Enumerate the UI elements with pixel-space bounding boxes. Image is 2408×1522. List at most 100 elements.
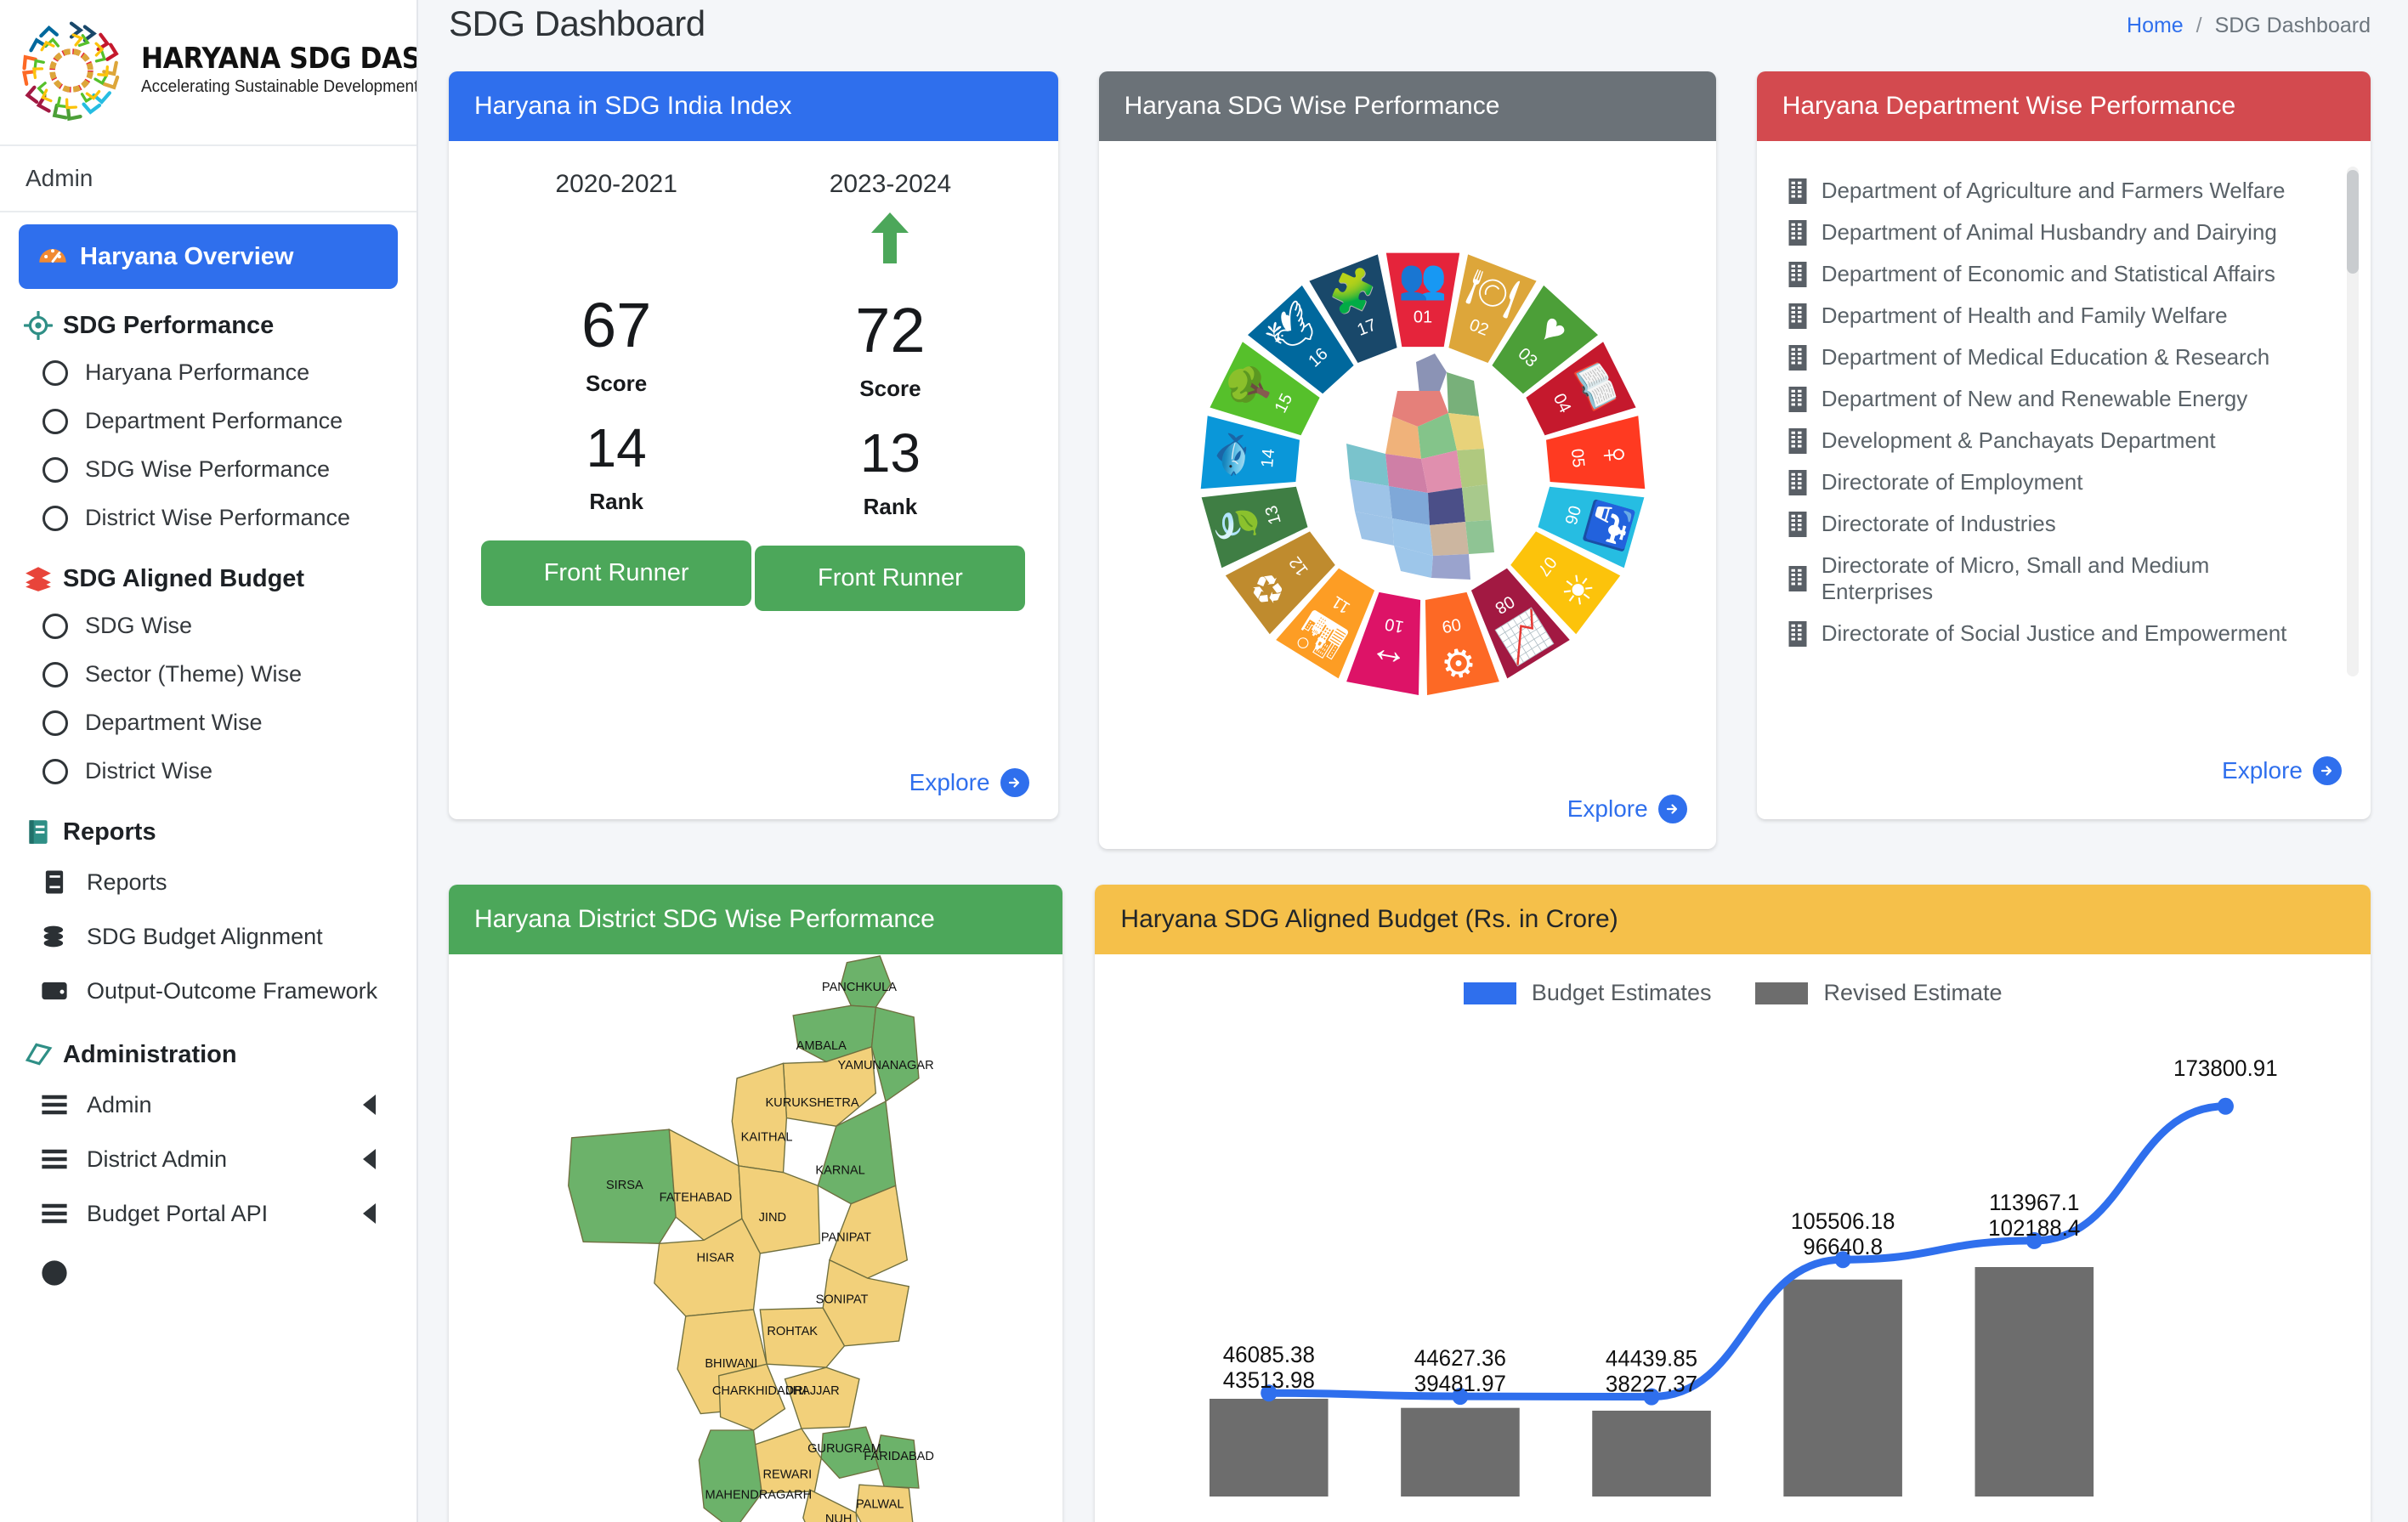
bar-value-label: 39481.97: [1414, 1371, 1506, 1397]
district-label: KARNAL: [815, 1164, 864, 1178]
chart-bar[interactable]: [1592, 1411, 1712, 1497]
sidebar-item-department-performance[interactable]: Department Performance: [19, 397, 398, 445]
sidebar-item-district-wise-performance[interactable]: District Wise Performance: [19, 494, 398, 542]
sidebar-item-label: Reports: [87, 869, 167, 895]
radio-icon: [42, 505, 68, 531]
district-shape-rewari[interactable]: [752, 1428, 822, 1494]
district-shape-kaithal[interactable]: [731, 1062, 788, 1174]
line-value-label: 173800.91: [2173, 1055, 2278, 1081]
sidebar-item-budget-sdg-wise[interactable]: SDG Wise: [19, 602, 398, 650]
sidebar-item-budget-portal-api[interactable]: Budget Portal API: [19, 1186, 398, 1241]
sdg-spiral-logo-icon: [22, 21, 120, 122]
building-icon: [1788, 303, 1807, 329]
chevron-left-icon[interactable]: [363, 1149, 376, 1169]
district-label: YAMUNANAGAR: [837, 1059, 933, 1072]
legend-item-revised-estimate[interactable]: Revised Estimate: [1755, 980, 2003, 1006]
chart-bar[interactable]: [1210, 1399, 1329, 1497]
sidebar-item-haryana-overview[interactable]: Haryana Overview: [19, 224, 398, 289]
up-arrow-icon: [871, 212, 909, 263]
line-value-label: 105506.18: [1791, 1208, 1895, 1235]
card-title-dept-wise: Haryana Department Wise Performance: [1756, 71, 2371, 141]
sidebar-item-sdg-wise-performance[interactable]: SDG Wise Performance: [19, 445, 398, 494]
breadcrumb-home[interactable]: Home: [2127, 14, 2184, 37]
breadcrumb: Home / SDG Dashboard: [2127, 3, 2371, 38]
chart-legend: Budget Estimates Revised Estimate: [1095, 954, 2371, 1006]
district-label: MAHENDRAGARH: [705, 1489, 813, 1502]
district-shape-mahendragarh[interactable]: [698, 1429, 762, 1522]
department-list[interactable]: Department of Agriculture and Farmers We…: [1788, 170, 2345, 680]
department-scrollbar-thumb[interactable]: [2346, 170, 2359, 274]
explore-link-sdg-index[interactable]: Explore: [909, 768, 1029, 797]
sdg-goal-glyph-icon: 👥: [1398, 257, 1447, 302]
district-label: ROHTAK: [767, 1325, 818, 1338]
brand-header[interactable]: HARYANA SDG DASHBOARD Accelerating Susta…: [0, 0, 416, 146]
sidebar-item-label: SDG Budget Alignment: [87, 923, 323, 949]
radio-icon: [42, 710, 68, 736]
sidebar-item-district-admin[interactable]: District Admin: [19, 1132, 398, 1186]
chevron-left-icon[interactable]: [363, 1095, 376, 1115]
chart-bar[interactable]: [1783, 1279, 1903, 1497]
index-rank-label: Rank: [863, 494, 918, 519]
sidebar-item-sdg-budget-alignment[interactable]: SDG Budget Alignment: [19, 909, 398, 964]
breadcrumb-separator: /: [2196, 14, 2202, 37]
index-rank-label: Rank: [589, 489, 643, 514]
sidebar-sub-label: District Wise: [85, 758, 212, 784]
chart-bar[interactable]: [1975, 1267, 2094, 1497]
department-list-item[interactable]: Department of Economic and Statistical A…: [1788, 253, 2323, 295]
sidebar-active-label: Haryana Overview: [80, 242, 294, 270]
sidebar-item-budget-district-wise[interactable]: District Wise: [19, 747, 398, 795]
department-name: Department of Economic and Statistical A…: [1821, 261, 2275, 286]
chevron-left-icon[interactable]: [363, 1203, 376, 1224]
user-name[interactable]: Admin: [0, 146, 416, 212]
sidebar-item-label: Admin: [87, 1091, 152, 1117]
department-list-item[interactable]: Directorate of Employment: [1788, 461, 2323, 503]
arrow-right-icon: [1000, 768, 1029, 797]
front-runner-badge-2023[interactable]: Front Runner: [755, 546, 1026, 611]
chart-point[interactable]: [2218, 1097, 2235, 1115]
explore-link-sdg-wise[interactable]: Explore: [1567, 795, 1687, 823]
sidebar-item-reports[interactable]: Reports: [19, 855, 398, 909]
sidebar-item-admin[interactable]: Admin: [19, 1078, 398, 1132]
book-icon: [45, 870, 64, 894]
front-runner-badge-2020[interactable]: Front Runner: [481, 540, 752, 606]
line-value-label: 46085.38: [1223, 1342, 1315, 1368]
sdg-wheel[interactable]: 01 👥 02 🍽 03 ♥ 04 📖 05 ♀ 06 🚰 07 ☀ 08 📈 09 ⚙ 10 ↔ 11 🏙 12 ♻ 13 🍃 1…: [1099, 141, 1716, 736]
district-shape-fatehabad[interactable]: [668, 1128, 743, 1242]
legend-label: Revised Estimate: [1823, 980, 2003, 1005]
department-list-item[interactable]: Directorate of Industries: [1788, 503, 2323, 545]
department-name: Department of Health and Family Welfare: [1821, 303, 2228, 328]
budget-chart-plot[interactable]: 43513.98 39481.97 38227.37 96640.8 102188.4 4…: [1095, 1036, 2371, 1522]
department-list-body: Department of Agriculture and Farmers We…: [1757, 141, 2371, 685]
department-list-item[interactable]: Development & Panchayats Department: [1788, 420, 2323, 461]
bar-value-label: 102188.4: [1989, 1214, 2081, 1241]
district-label: BHIWANI: [705, 1357, 757, 1371]
card-title-district-map: Haryana District SDG Wise Performance: [449, 885, 1063, 954]
chart-bar[interactable]: [1401, 1407, 1521, 1497]
department-list-item[interactable]: Directorate of Social Justice and Empowe…: [1788, 613, 2323, 654]
department-list-item[interactable]: Department of Agriculture and Farmers We…: [1788, 170, 2323, 212]
sidebar-item-partial[interactable]: [19, 1241, 398, 1300]
building-icon: [1788, 261, 1807, 287]
sidebar-item-budget-sector-wise[interactable]: Sector (Theme) Wise: [19, 650, 398, 699]
haryana-district-map[interactable]: PANCHKULA AMBALA YAMUNANAGAR KURUKSHETRA KAI…: [449, 954, 1062, 1522]
sdg-goal-number: 10: [1383, 614, 1405, 637]
sidebar-item-haryana-performance[interactable]: Haryana Performance: [19, 348, 398, 397]
card-district-sdg-performance: Haryana District SDG Wise Performance PA…: [449, 885, 1063, 1522]
department-name: Directorate of Industries: [1821, 511, 2056, 536]
department-list-item[interactable]: Department of Health and Family Welfare: [1788, 295, 2323, 337]
department-list-item[interactable]: Department of Animal Husbandry and Dairy…: [1788, 212, 2323, 253]
department-list-item[interactable]: Department of Medical Education & Resear…: [1788, 337, 2323, 378]
district-shape-yamunanagar[interactable]: [870, 1006, 920, 1103]
sidebar-group-sdg-aligned-budget: SDG Aligned Budget: [24, 564, 398, 593]
sidebar-item-label: District Admin: [87, 1146, 228, 1172]
sidebar-item-output-outcome-framework[interactable]: Output-Outcome Framework: [19, 964, 398, 1018]
explore-link-dept-wise[interactable]: Explore: [2222, 756, 2342, 785]
sidebar-nav: Haryana Overview SDG Performance Haryana…: [0, 212, 416, 1300]
department-list-item[interactable]: Department of New and Renewable Energy: [1788, 378, 2323, 420]
department-list-item[interactable]: Directorate of Micro, Small and Medium E…: [1788, 545, 2323, 613]
bars-icon: [42, 1203, 67, 1224]
explore-label: Explore: [2222, 757, 2303, 784]
legend-item-budget-estimates[interactable]: Budget Estimates: [1463, 980, 1711, 1006]
sidebar-item-budget-department-wise[interactable]: Department Wise: [19, 699, 398, 747]
explore-label: Explore: [1567, 795, 1648, 822]
